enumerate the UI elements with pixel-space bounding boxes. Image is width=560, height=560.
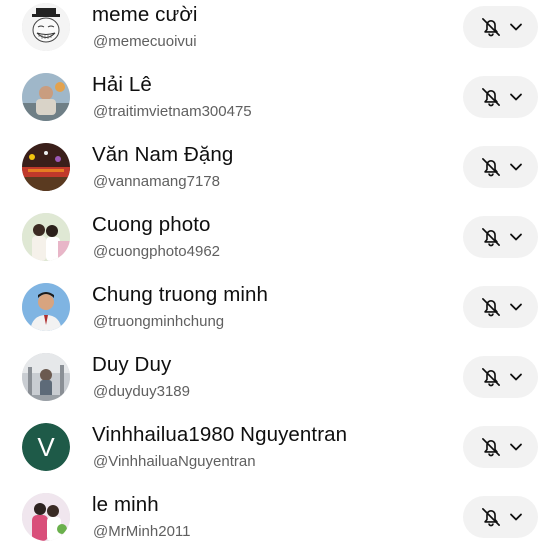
bell-off-icon [481,228,500,247]
photo-avatar [22,73,70,121]
bell-off-icon [481,18,500,37]
notification-settings-button[interactable] [463,356,538,398]
channel-handle: @MrMinh2011 [93,523,191,540]
channel-avatar[interactable] [22,73,70,121]
channel-name[interactable]: Hải Lê [92,73,152,97]
notification-settings-button[interactable] [463,6,538,48]
notification-settings-button[interactable] [463,286,538,328]
channel-row[interactable]: Cuong photo @cuongphoto4962 [0,204,560,274]
photo-avatar [22,283,70,331]
bell-off-icon [481,88,500,107]
troll-face-avatar [22,3,70,51]
channel-avatar[interactable] [22,353,70,401]
channel-avatar[interactable] [22,213,70,261]
channel-avatar[interactable] [22,3,70,51]
chevron-down-icon [509,373,522,381]
photo-avatar [22,213,70,261]
bell-off-icon [481,368,500,387]
channel-handle: @truongminhchung [93,313,225,330]
notification-settings-button[interactable] [463,216,538,258]
channel-handle: @cuongphoto4962 [93,243,221,260]
channel-row[interactable]: Hải Lê @traitimvietnam300475 [0,64,560,134]
bell-off-icon [481,298,500,317]
chevron-down-icon [509,23,522,31]
chevron-down-icon [509,93,522,101]
letter-avatar: V [22,423,70,471]
channel-name[interactable]: Duy Duy [92,353,171,377]
photo-avatar [22,143,70,191]
notification-settings-button[interactable] [463,496,538,538]
channel-avatar[interactable] [22,283,70,331]
channel-name[interactable]: Vinhhailua1980 Nguyentran [92,423,347,447]
photo-avatar [22,493,70,541]
channel-handle: @vannamang7178 [93,173,220,190]
bell-off-icon [481,508,500,527]
channel-row[interactable]: meme cười @memecuoivui [0,0,560,64]
channel-row[interactable]: le minh @MrMinh2011 [0,484,560,554]
channel-name[interactable]: le minh [92,493,159,517]
notification-settings-button[interactable] [463,76,538,118]
chevron-down-icon [509,513,522,521]
channel-handle: @memecuoivui [93,33,197,50]
channel-avatar[interactable]: V [22,423,70,471]
channel-row[interactable]: Văn Nam Đặng @vannamang7178 [0,134,560,204]
photo-avatar [22,353,70,401]
bell-off-icon [481,158,500,177]
notification-settings-button[interactable] [463,146,538,188]
chevron-down-icon [509,233,522,241]
channel-handle: @traitimvietnam300475 [93,103,252,120]
channel-row[interactable]: Duy Duy @duyduy3189 [0,344,560,414]
channel-name[interactable]: Chung truong minh [92,283,268,307]
chevron-down-icon [509,303,522,311]
channel-name[interactable]: Cuong photo [92,213,211,237]
bell-off-icon [481,438,500,457]
channel-avatar[interactable] [22,143,70,191]
channel-handle: @VinhhailuaNguyentran [93,453,256,470]
notification-settings-button[interactable] [463,426,538,468]
subscription-list: meme cười @memecuoivui Hải Lê @traitimvi… [0,0,560,554]
chevron-down-icon [509,443,522,451]
channel-name[interactable]: meme cười [92,3,198,27]
channel-avatar[interactable] [22,493,70,541]
channel-handle: @duyduy3189 [93,383,190,400]
channel-row[interactable]: Chung truong minh @truongminhchung [0,274,560,344]
channel-name[interactable]: Văn Nam Đặng [92,143,233,167]
channel-row[interactable]: V Vinhhailua1980 Nguyentran @VinhhailuaN… [0,414,560,484]
chevron-down-icon [509,163,522,171]
